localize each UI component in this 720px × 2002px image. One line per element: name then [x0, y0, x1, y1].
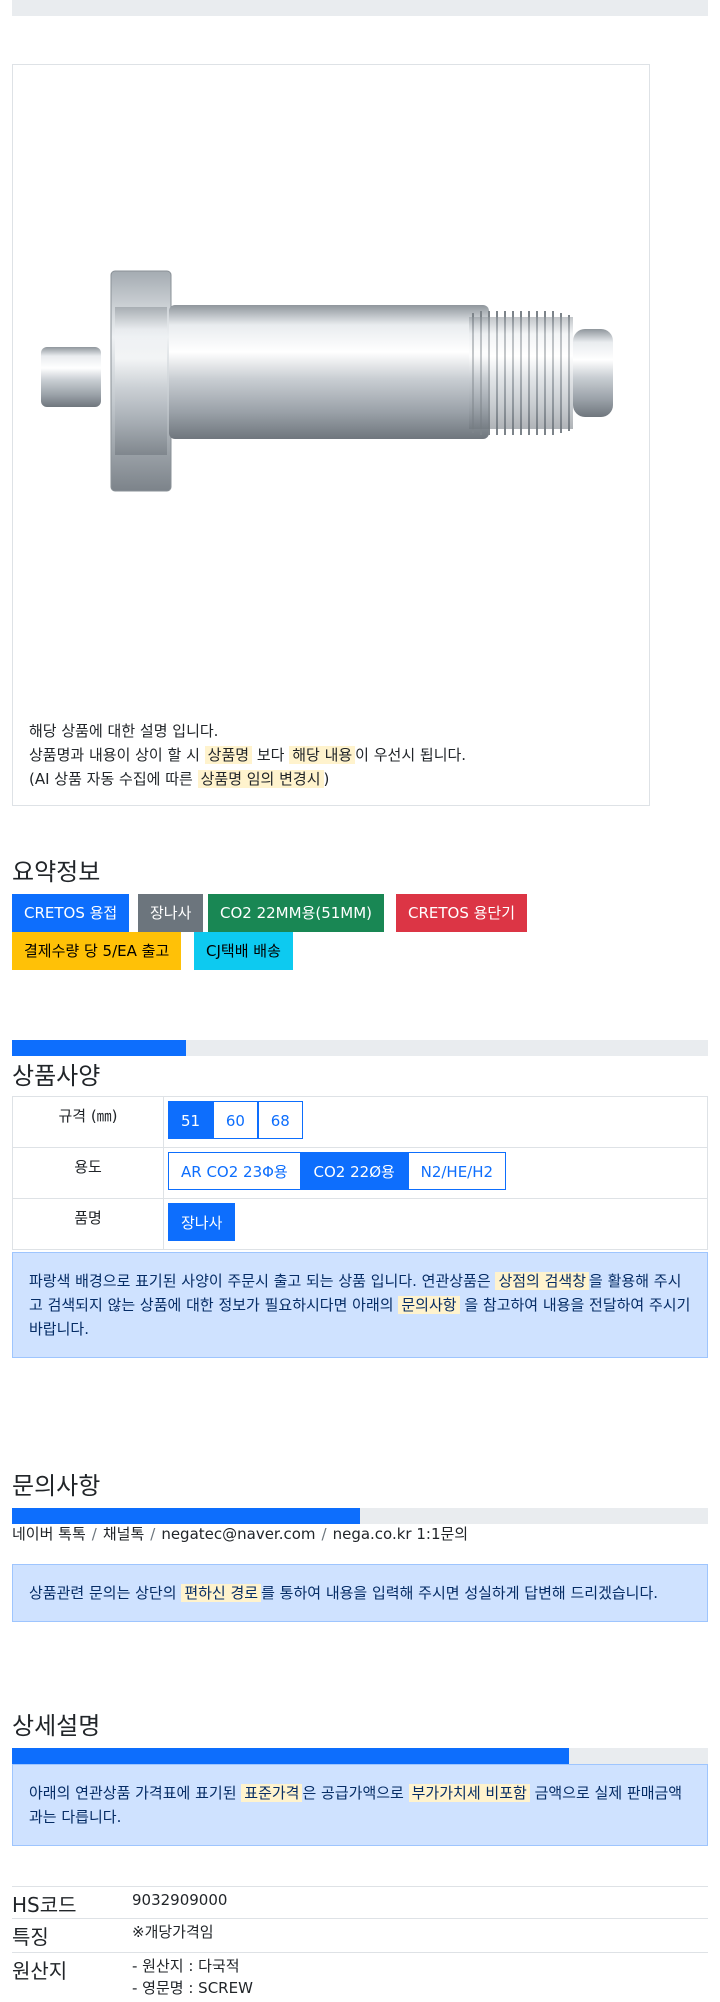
badge-quantity: 결제수량 당 5/EA 출고 [12, 932, 182, 970]
info-value: 9032909000 [132, 1891, 228, 1909]
top-bar [12, 0, 708, 16]
notice-text: 아래의 연관상품 가격표에 표기된 [29, 1784, 242, 1802]
spec-label: 규격 (㎜) [12, 1096, 164, 1148]
option-co2-22[interactable]: CO2 22Ø용 [300, 1152, 408, 1190]
inquiry-links: 네이버 톡톡 / 채널톡 / negatec@naver.com / nega.co.kr … [12, 1525, 469, 1543]
note-line-2: 상품명과 내용이 상이 할 시 상품명 보다 해당 내용 이 우선시 됩니다. [29, 743, 466, 767]
detail-title: 상세설명 [12, 1712, 101, 1740]
inquiry-notice: 상품관련 문의는 상단의 편하신 경로 를 통하여 내용을 입력해 주시면 성실하… [12, 1564, 708, 1622]
detail-notice: 아래의 연관상품 가격표에 표기된 표준가격 은 공급가액으로 부가가치세 비포함… [12, 1764, 708, 1846]
info-row-origin: 원산지 - 원산지 : 다국적 - 영문명 : SCREW [12, 1952, 708, 2002]
note-line-3: (AI 상품 자동 수집에 따른 상품명 임의 변경시) [29, 767, 466, 791]
notice-text: 파랑색 배경으로 표기된 사양이 주문시 출고 되는 상품 입니다. 연관상품은 [29, 1272, 496, 1290]
spec-table: 규격 (㎜) 51 60 68 용도 AR CO2 23Φ용 CO2 22Ø용 … [12, 1096, 708, 1250]
option-ar-co2[interactable]: AR CO2 23Φ용 [168, 1152, 301, 1190]
note-highlight: 상품명 [204, 746, 253, 764]
info-row-hscode: HS코드 9032909000 [12, 1886, 708, 1919]
summary-title: 요약정보 [12, 858, 101, 886]
spec-options: 51 60 68 [163, 1096, 708, 1148]
spec-title: 상품사양 [12, 1062, 101, 1090]
note-text: 상품명과 내용이 상이 할 시 [29, 746, 205, 764]
notice-highlight: 편하신 경로 [181, 1584, 262, 1602]
spec-row-name: 품명 장나사 [12, 1198, 708, 1250]
notice-text: 은 공급가액으로 [302, 1784, 409, 1802]
info-value: ※개당가격임 [132, 1923, 214, 1941]
inquiry-progress [12, 1508, 708, 1524]
note-highlight: 상품명 임의 변경시 [197, 770, 324, 788]
detail-progress-fill [12, 1748, 569, 1764]
product-image-box: 해당 상품에 대한 설명 입니다. 상품명과 내용이 상이 할 시 상품명 보다… [12, 64, 650, 806]
origin-line: - 원산지 : 다국적 [132, 1957, 240, 1975]
info-key: HS코드 [12, 1893, 77, 1917]
notice-text: 상품관련 문의는 상단의 [29, 1584, 182, 1602]
info-value: - 원산지 : 다국적 - 영문명 : SCREW [132, 1955, 253, 1999]
option-51[interactable]: 51 [168, 1101, 214, 1139]
badge-category: CRETOS 용단기 [396, 894, 528, 932]
info-key: 원산지 [12, 1959, 68, 1983]
note-text: ) [323, 770, 330, 788]
inquiry-progress-fill [12, 1508, 360, 1524]
spec-row-usage: 용도 AR CO2 23Φ용 CO2 22Ø용 N2/HE/H2 [12, 1147, 708, 1199]
notice-highlight: 표준가격 [241, 1784, 303, 1802]
product-image-note: 해당 상품에 대한 설명 입니다. 상품명과 내용이 상이 할 시 상품명 보다… [29, 719, 466, 791]
info-row-feature: 특징 ※개당가격임 [12, 1918, 708, 1951]
inquiry-title: 문의사항 [12, 1472, 101, 1500]
note-highlight: 해당 내용 [289, 746, 356, 764]
badge-type: 장나사 [138, 894, 204, 932]
note-line-1: 해당 상품에 대한 설명 입니다. [29, 722, 219, 740]
note-text: (AI 상품 자동 수집에 따른 [29, 770, 198, 788]
spec-row-size: 규격 (㎜) 51 60 68 [12, 1096, 708, 1148]
spec-options: 장나사 [163, 1198, 708, 1250]
link-naver-talktalk[interactable]: 네이버 톡톡 [12, 1525, 86, 1543]
notice-highlight: 문의사항 [398, 1296, 460, 1314]
info-key: 특징 [12, 1925, 49, 1949]
link-site-inquiry[interactable]: nega.co.kr 1:1문의 [333, 1525, 469, 1543]
option-n2-he-h2[interactable]: N2/HE/H2 [407, 1152, 507, 1190]
option-68[interactable]: 68 [257, 1101, 303, 1139]
product-image [41, 270, 613, 492]
spec-notice: 파랑색 배경으로 표기된 사양이 주문시 출고 되는 상품 입니다. 연관상품은… [12, 1252, 708, 1358]
option-60[interactable]: 60 [212, 1101, 258, 1139]
link-email[interactable]: negatec@naver.com [161, 1525, 315, 1543]
english-name-line: - 영문명 : SCREW [132, 1979, 253, 1997]
note-text: 보다 [252, 746, 290, 764]
note-text: 이 우선시 됩니다. [355, 746, 467, 764]
spec-label: 품명 [12, 1198, 164, 1250]
badge-shipping: CJ택배 배송 [194, 932, 293, 970]
spec-progress [12, 1040, 708, 1056]
link-channeltalk[interactable]: 채널톡 [103, 1525, 144, 1543]
detail-progress [12, 1748, 708, 1764]
badge-spec: CO2 22MM용(51MM) [208, 894, 385, 932]
spec-label: 용도 [12, 1147, 164, 1199]
badge-brand: CRETOS 용접 [12, 894, 130, 932]
notice-highlight: 상점의 검색창 [495, 1272, 590, 1290]
notice-text: 를 통하여 내용을 입력해 주시면 성실하게 답변해 드리겠습니다. [261, 1584, 659, 1602]
spec-options: AR CO2 23Φ용 CO2 22Ø용 N2/HE/H2 [163, 1147, 708, 1199]
option-long-screw[interactable]: 장나사 [168, 1203, 236, 1241]
notice-highlight: 부가가치세 비포함 [408, 1784, 530, 1802]
spec-progress-fill [12, 1040, 186, 1056]
